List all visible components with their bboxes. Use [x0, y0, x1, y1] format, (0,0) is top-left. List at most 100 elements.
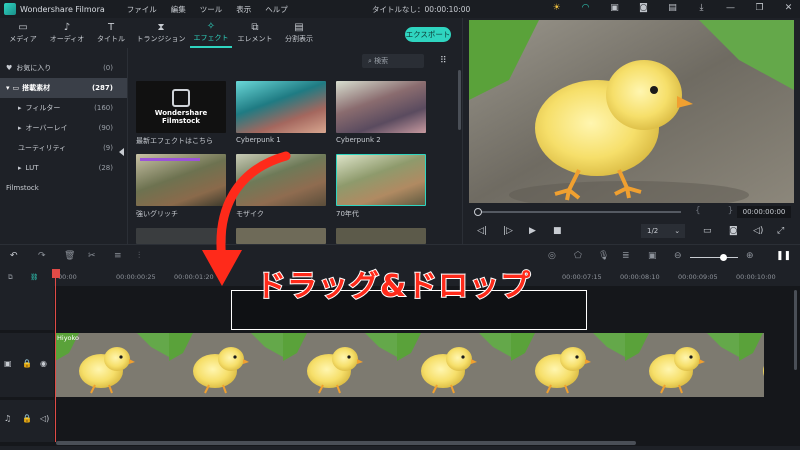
effect-label: Cyberpunk 2	[336, 136, 381, 144]
render-icon[interactable]: ◎	[548, 251, 556, 261]
zoom-slider[interactable]	[690, 257, 738, 258]
tab-transition[interactable]: ⧗ トランジション	[134, 18, 188, 48]
effects-sidebar: ♥ お気に入り (0) ▾ ▭ 搭載素材 (287) ▸ フィルター (160)…	[0, 48, 128, 244]
search-input[interactable]: ⌕ 検索	[362, 54, 424, 68]
ruler-tick: 00:00:09:05	[678, 273, 718, 281]
delete-icon[interactable]: 🗑	[64, 251, 75, 261]
sidebar-item-count: (90)	[98, 124, 113, 132]
playback-handle[interactable]	[474, 208, 482, 216]
tab-split-screen[interactable]: ▤ 分割表示	[278, 18, 320, 48]
fullscreen-icon[interactable]: ⤢	[777, 226, 784, 236]
stop-icon[interactable]: ■	[553, 226, 562, 236]
sidebar-item-label: オーバーレイ	[25, 124, 68, 132]
tab-title[interactable]: T タイトル	[90, 18, 132, 48]
menu-help[interactable]: ヘルプ	[265, 4, 288, 15]
tab-elements[interactable]: ⧉ エレメント	[234, 18, 276, 48]
bulb-icon[interactable]: ☀	[551, 3, 562, 14]
preview-ratio-select[interactable]: 1/2 ⌄	[641, 224, 685, 238]
zoom-in-icon[interactable]: ⊕	[746, 251, 754, 261]
volume-icon[interactable]: ◁)	[753, 226, 763, 236]
drag-drop-annotation: ドラッグ&ドロップ	[255, 268, 532, 305]
link-icon[interactable]: ⛓	[30, 273, 38, 281]
speaker-icon[interactable]: ◁)	[40, 414, 49, 423]
sidebar-item-builtin[interactable]: ▾ ▭ 搭載素材 (287)	[0, 78, 127, 98]
timeline-horizontal-scrollbar[interactable]	[56, 441, 636, 445]
close-icon[interactable]: ✕	[783, 3, 794, 14]
pause-icon[interactable]: ❚❚	[776, 251, 791, 261]
brand-line: Wondershare	[154, 109, 208, 117]
sidebar-item-filters[interactable]: ▸ フィルター (160)	[0, 98, 127, 118]
playhead-handle[interactable]	[52, 269, 60, 278]
tab-label: エレメント	[237, 35, 273, 43]
sidebar-item-count: (0)	[103, 64, 113, 72]
sidebar-item-label: お気に入り	[16, 64, 52, 72]
heart-icon: ♥	[6, 64, 13, 72]
sidebar-item-favorites[interactable]: ♥ お気に入り (0)	[0, 58, 127, 78]
video-clip[interactable]: Hiyoko	[55, 333, 764, 397]
effect-label: 最新エフェクトはこちら	[136, 137, 213, 145]
step-back-icon[interactable]: ◁|	[477, 226, 487, 236]
text-icon: T	[107, 22, 115, 33]
effect-thumb-partial[interactable]	[336, 228, 426, 244]
audio-wave-icon[interactable]: ⫶	[138, 251, 140, 261]
headset-icon[interactable]: ◠	[580, 3, 591, 14]
cut-icon[interactable]: ✂	[88, 251, 96, 261]
adjust-icon[interactable]: ≡	[114, 251, 122, 261]
menu-tools[interactable]: ツール	[200, 4, 223, 15]
tab-effects[interactable]: ✧ エフェクト	[190, 18, 232, 48]
tab-label: トランジション	[136, 35, 186, 43]
sparkle-icon: ✧	[206, 21, 216, 32]
effect-thumb-filmstock[interactable]: Wondershare Filmstock	[136, 81, 226, 133]
marker-icon[interactable]: ⬠	[574, 251, 582, 261]
music-note-icon: ♪	[63, 22, 71, 33]
undo-icon[interactable]: ↶	[10, 251, 18, 261]
ruler-tick: 00:00:07:15	[562, 273, 602, 281]
tab-audio[interactable]: ♪ オーディオ	[46, 18, 88, 48]
zoom-out-icon[interactable]: ⊖	[674, 251, 682, 261]
lock-icon[interactable]: 🔒	[22, 359, 32, 368]
restore-icon[interactable]: ❐	[754, 3, 765, 14]
voiceover-icon[interactable]: ≣	[622, 251, 630, 261]
account-icon[interactable]: ◙	[638, 3, 649, 14]
play-icon[interactable]: ▶	[529, 226, 536, 236]
tab-media[interactable]: ▭ メディア	[2, 18, 44, 48]
snapshot-icon[interactable]: ◙	[729, 226, 738, 236]
add-track-icon[interactable]: ⧉	[8, 273, 13, 282]
grid-view-icon[interactable]: ⠿	[440, 56, 447, 66]
display-icon[interactable]: ▭	[703, 226, 712, 236]
download-icon[interactable]: ⤓	[696, 3, 707, 14]
effect-thumb-70s[interactable]	[336, 154, 426, 206]
play-pause-icon[interactable]: |▷	[503, 226, 513, 236]
sidebar-item-lut[interactable]: ▸ LUT (28)	[0, 158, 127, 178]
browser-scrollbar[interactable]	[458, 70, 461, 130]
app-name: Wondershare Filmora	[20, 4, 105, 14]
sidebar-item-utility[interactable]: ユーティリティ (9)	[0, 138, 127, 158]
lock-icon[interactable]: 🔒	[22, 414, 32, 423]
sidebar-item-filmstock[interactable]: Filmstock	[0, 178, 127, 198]
redo-icon[interactable]: ↷	[38, 251, 46, 261]
effect-thumb-cyberpunk-2[interactable]	[336, 81, 426, 133]
export-button[interactable]: エクスポート	[405, 27, 451, 42]
menu-view[interactable]: 表示	[236, 4, 251, 15]
collapse-sidebar-icon[interactable]	[119, 148, 124, 156]
timeline-vertical-scrollbar[interactable]	[794, 290, 797, 370]
menu-edit[interactable]: 編集	[171, 4, 186, 15]
preview-timecode: 00:00:00:00	[737, 206, 791, 218]
playhead-line[interactable]	[55, 276, 56, 442]
minimize-icon[interactable]: —	[725, 3, 736, 14]
sidebar-item-count: (287)	[91, 84, 113, 92]
menu-file[interactable]: ファイル	[127, 4, 157, 15]
clip-icon[interactable]: ▣	[648, 251, 657, 261]
zoom-slider-handle[interactable]	[720, 254, 727, 261]
gift-icon[interactable]: ▣	[609, 3, 620, 14]
effect-thumb-cyberpunk-1[interactable]	[236, 81, 326, 133]
document-title: タイトルなし：00:00:10:00	[372, 5, 471, 14]
eye-icon[interactable]: ◉	[40, 359, 47, 368]
sidebar-item-label: LUT	[25, 164, 39, 172]
tab-label: タイトル	[97, 35, 125, 43]
playback-progress[interactable]	[475, 211, 681, 213]
sidebar-item-count: (160)	[94, 104, 113, 112]
sidebar-item-overlays[interactable]: ▸ オーバーレイ (90)	[0, 118, 127, 138]
microphone-icon[interactable]: 🎙	[598, 251, 609, 261]
save-icon[interactable]: ▤	[667, 3, 678, 14]
